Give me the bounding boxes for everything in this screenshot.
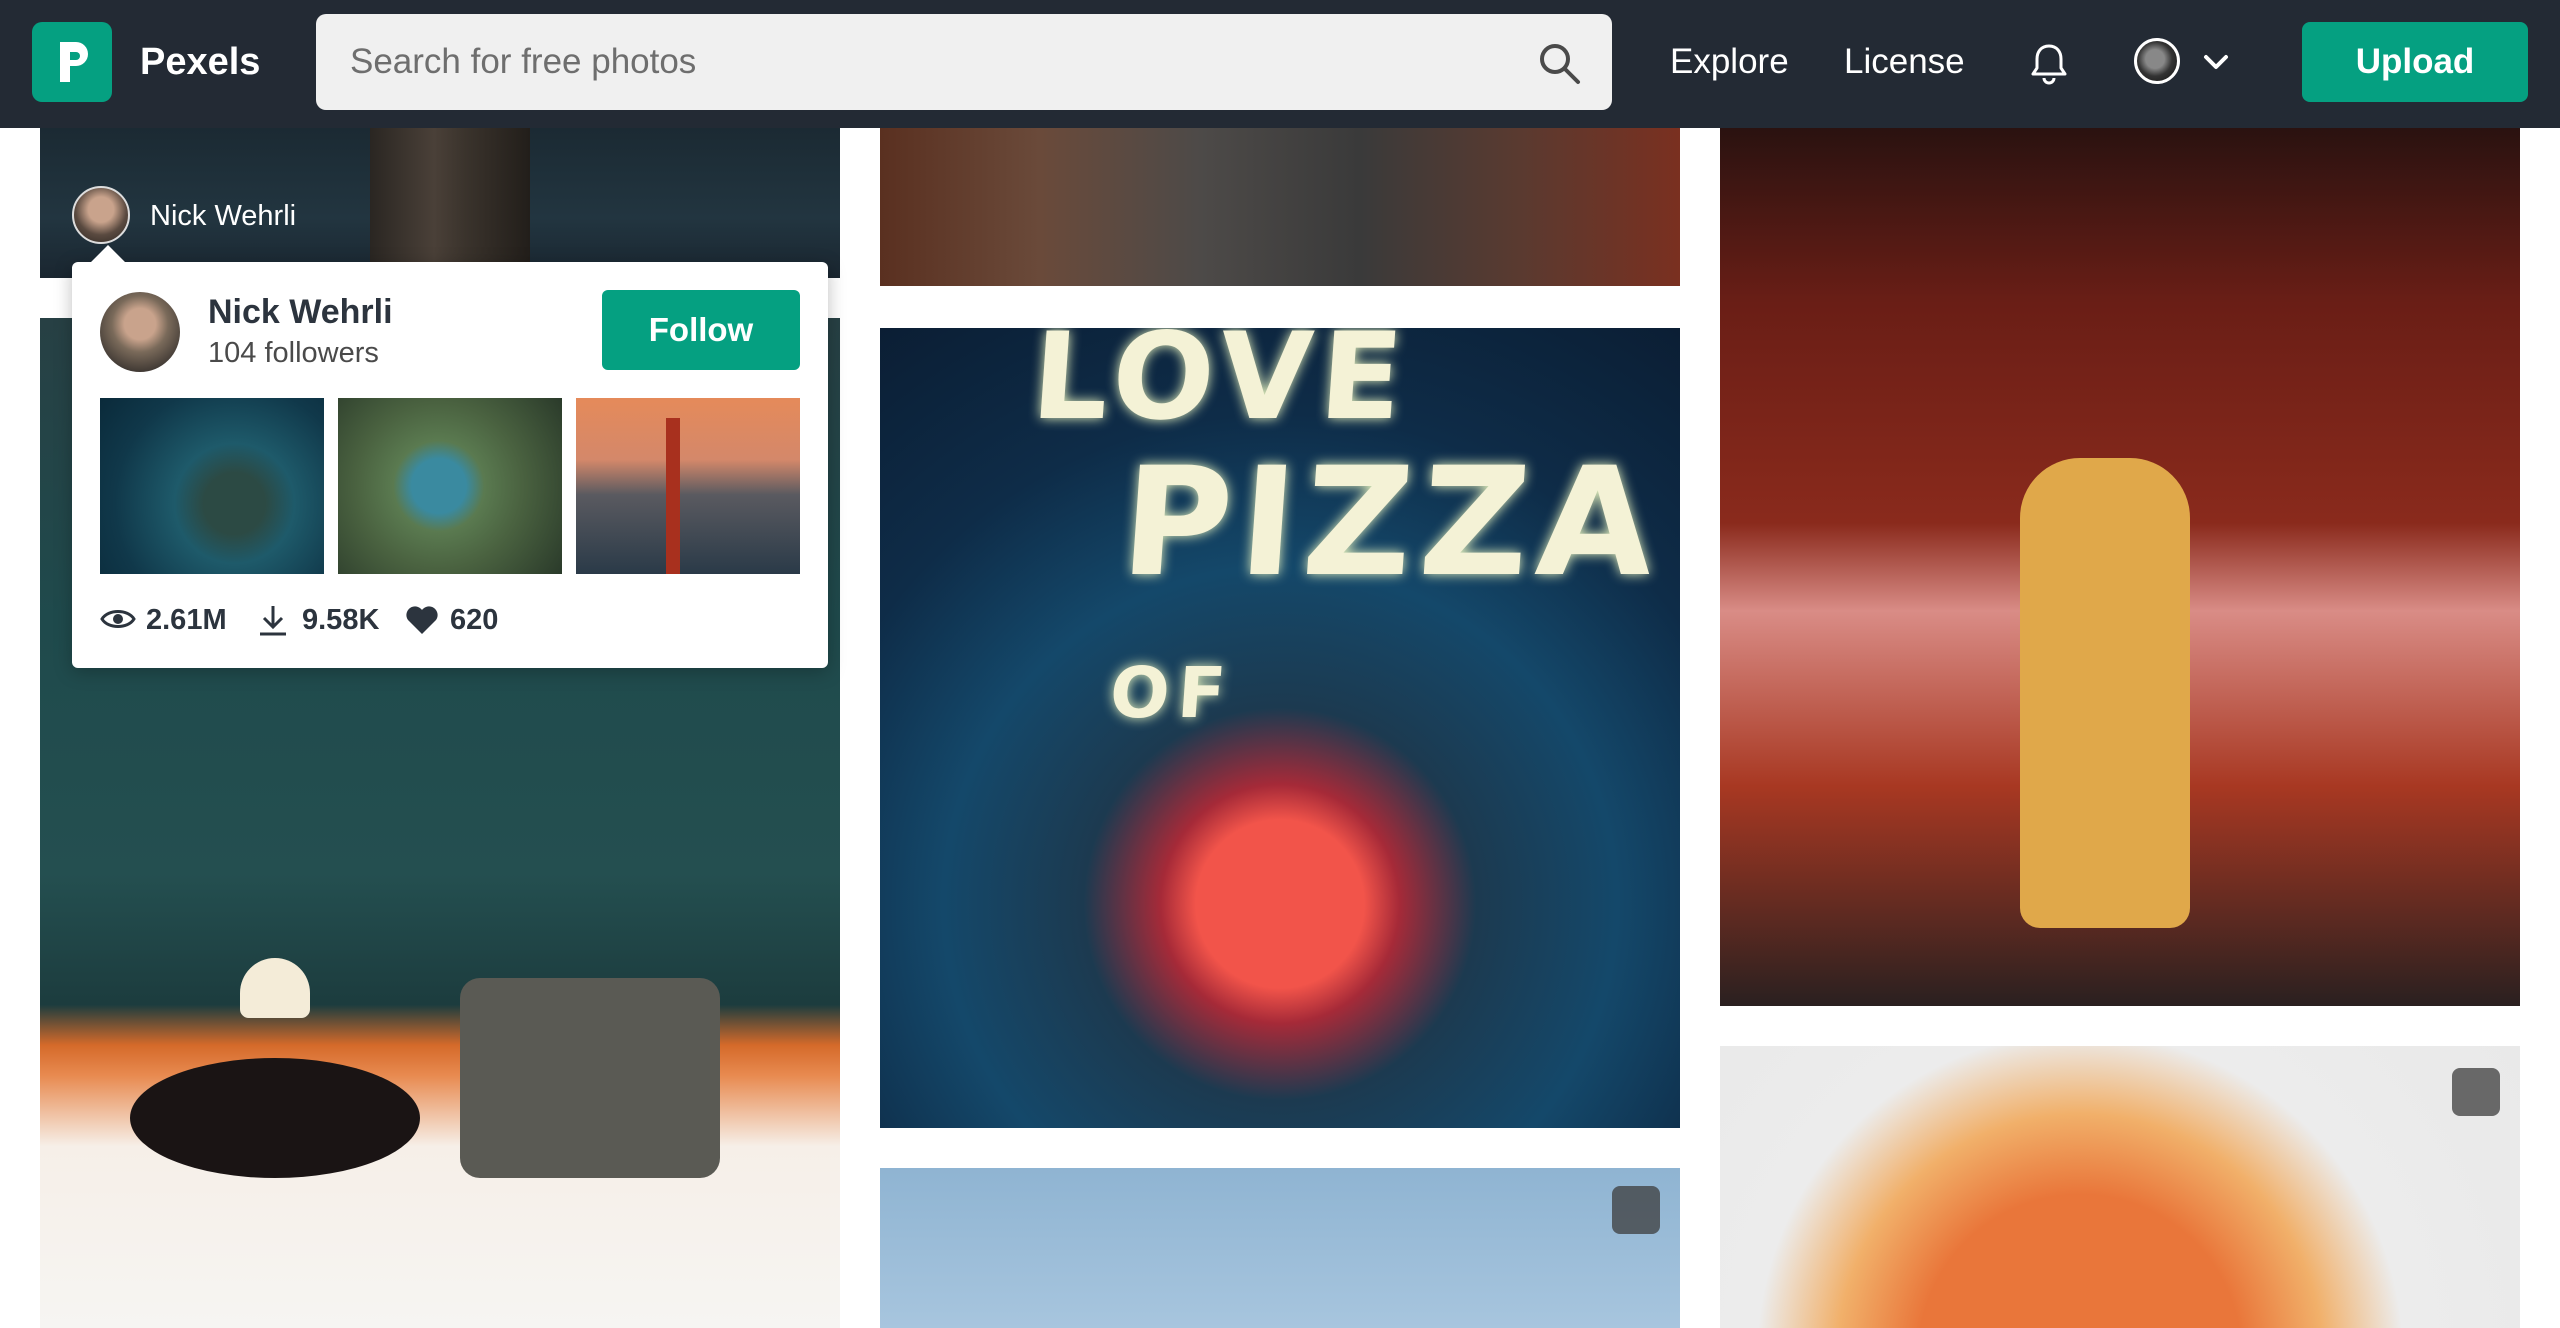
photo-fabric[interactable] [880,128,1680,286]
popover-avatar[interactable] [100,292,180,372]
views-count: 2.61M [146,604,227,636]
chevron-down-icon[interactable] [2200,46,2232,78]
search-placeholder: Search for free photos [350,42,697,81]
user-avatar[interactable] [2134,38,2180,84]
dancer-shape [2020,458,2190,928]
eye-icon [100,610,136,628]
downloads-count: 9.58K [302,604,380,636]
upload-button[interactable]: Upload [2302,22,2528,102]
pexels-logo-icon[interactable] [32,22,112,102]
nav-license-link[interactable]: License [1844,38,1965,86]
collect-badge-icon[interactable] [1612,1186,1660,1234]
bridge-shape [370,128,530,278]
download-icon [260,606,286,636]
author-name[interactable]: Nick Wehrli [150,200,296,232]
search-input[interactable]: Search for free photos [316,14,1612,110]
popover-thumb-3[interactable] [576,398,800,574]
table-shape [130,1058,420,1178]
heart-icon [406,606,438,634]
collect-badge-icon[interactable] [2452,1068,2500,1116]
popover-thumb-1[interactable] [100,398,324,574]
neon-line-3: PIZZA [1116,436,1668,610]
author-avatar[interactable] [72,186,130,244]
chair-shape [460,978,720,1178]
neon-line-2: OF [1107,652,1237,734]
lamp-shape [240,958,310,1018]
bell-icon[interactable] [2028,40,2070,86]
photo-sky[interactable] [880,1168,1680,1328]
nav-explore-link[interactable]: Explore [1670,38,1789,86]
photo-love-of-pizza-neon[interactable]: LOVE PIZZA OF [880,328,1680,1128]
brand-name[interactable]: Pexels [140,38,260,86]
photo-staircase-dancer[interactable] [1720,128,2520,1006]
follow-button[interactable]: Follow [602,290,800,370]
top-nav-bar: Pexels Search for free photos Explore Li… [0,0,2560,128]
search-icon[interactable] [1536,40,1582,86]
popover-name[interactable]: Nick Wehrli [208,292,393,332]
photographer-popover: Nick Wehrli 104 followers Follow 2.61M 9… [72,245,828,668]
photo-cocktail[interactable] [1720,1046,2520,1328]
neon-line-1: LOVE [1027,328,1415,447]
likes-count: 620 [450,604,499,636]
bridge-tower-shape [666,418,680,574]
popover-thumb-2[interactable] [338,398,562,574]
popover-followers: 104 followers [208,337,379,369]
neon-sign: LOVE PIZZA OF [1004,328,1680,778]
